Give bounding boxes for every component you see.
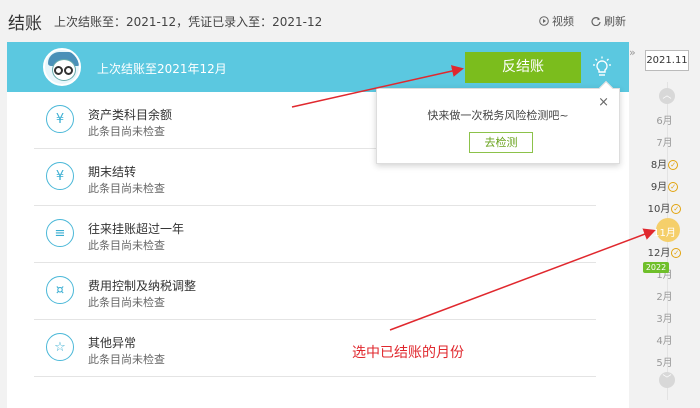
month-label: 12月	[647, 248, 671, 259]
scroll-up-icon[interactable]: ︿	[659, 88, 675, 104]
month-label: 11月	[653, 228, 676, 239]
check-circle-icon: ✓	[671, 248, 682, 258]
month-label: 6月	[656, 116, 673, 127]
go-check-button[interactable]: 去检测	[469, 132, 533, 153]
popup-message: 快来做一次税务风险检测吧~	[427, 109, 569, 122]
month-item[interactable]: 2月	[629, 288, 700, 303]
month-item[interactable]: 7月	[629, 134, 700, 149]
check-item[interactable]: ≡ 往来挂账超过一年 此条目尚未检查	[34, 206, 596, 263]
refresh-icon	[591, 17, 601, 26]
month-label: 9月	[650, 182, 668, 193]
closing-status-text: 上次结账至：2021-12，凭证已录入至：2021-12	[54, 15, 323, 29]
month-label: 4月	[656, 336, 673, 347]
check-circle-icon: ✓	[668, 182, 679, 192]
list-icon: ≡	[46, 219, 74, 247]
month-item[interactable]: 5月	[629, 354, 700, 369]
page-title: 结账	[8, 14, 42, 34]
check-item[interactable]: ¤ 费用控制及纳税调整 此条目尚未检查	[34, 263, 596, 320]
check-item[interactable]: ☆ 其他异常此条目尚未检查	[34, 320, 596, 377]
closing-banner: 上次结账至2021年12月 反结账	[7, 42, 629, 92]
refresh-button[interactable]: 刷新	[591, 13, 626, 29]
month-item[interactable]: 11月	[629, 224, 700, 239]
video-label: 视频	[552, 15, 574, 28]
refresh-label: 刷新	[604, 15, 626, 28]
play-icon	[539, 16, 549, 26]
banner-text: 上次结账至2021年12月	[97, 62, 227, 76]
check-item-status: 此条目尚未检查	[88, 353, 165, 366]
month-item[interactable]: 6月	[629, 112, 700, 127]
check-item-status: 此条目尚未检查	[88, 125, 165, 138]
check-item-name: 往来挂账超过一年	[88, 222, 185, 236]
tax-check-popup: × 快来做一次税务风险检测吧~ 去检测	[376, 80, 620, 164]
month-label: 8月	[650, 160, 668, 171]
unclose-button[interactable]: 反结账	[465, 52, 581, 83]
collapse-icon[interactable]: »	[629, 46, 636, 59]
check-circle-icon: ✓	[671, 204, 682, 214]
money-bag-icon: ¤	[46, 276, 74, 304]
annotation-text: 选中已结账的月份	[352, 345, 464, 361]
check-item-name: 费用控制及纳税调整	[88, 279, 197, 293]
year-tag: 2022	[643, 262, 669, 273]
month-item[interactable]: 3月	[629, 310, 700, 325]
month-item[interactable]: 4月	[629, 332, 700, 347]
month-label: 2月	[656, 292, 673, 303]
month-item[interactable]: 9月 ✓	[629, 178, 700, 193]
month-item[interactable]: 8月 ✓	[629, 156, 700, 171]
check-item-name: 期末结转	[88, 165, 137, 179]
check-item-status: 此条目尚未检查	[88, 182, 165, 195]
top-bar: 结账 上次结账至：2021-12，凭证已录入至：2021-12 视频 刷新	[0, 0, 700, 40]
yuan-icon: ¥	[46, 105, 74, 133]
month-item[interactable]: 12月 ✓	[629, 244, 700, 259]
check-item-name: 其他异常	[88, 336, 137, 350]
check-item-status: 此条目尚未检查	[88, 296, 165, 309]
check-item-status: 此条目尚未检查	[88, 239, 165, 252]
month-item[interactable]: 10月 ✓	[629, 200, 700, 215]
scroll-down-icon[interactable]: ﹀	[659, 372, 675, 388]
check-circle-icon: ✓	[668, 160, 679, 170]
month-label: 3月	[656, 314, 673, 325]
document-yuan-icon: ¥	[46, 162, 74, 190]
star-icon: ☆	[46, 333, 74, 361]
check-item-name: 资产类科目余额	[88, 108, 173, 122]
avatar	[43, 48, 81, 86]
month-label: 10月	[647, 204, 671, 215]
period-selector[interactable]: 2021.11	[645, 50, 689, 71]
month-label: 5月	[656, 358, 673, 369]
month-timeline: » 2021.11 ︿ 6月 7月 8月 ✓ 9月 ✓ 10月 ✓ 11月 12月 ✓ 1月 2月 3月 4…	[629, 42, 700, 408]
month-label: 7月	[656, 138, 673, 149]
video-button[interactable]: 视频	[539, 13, 574, 29]
bulb-icon[interactable]	[591, 56, 613, 78]
